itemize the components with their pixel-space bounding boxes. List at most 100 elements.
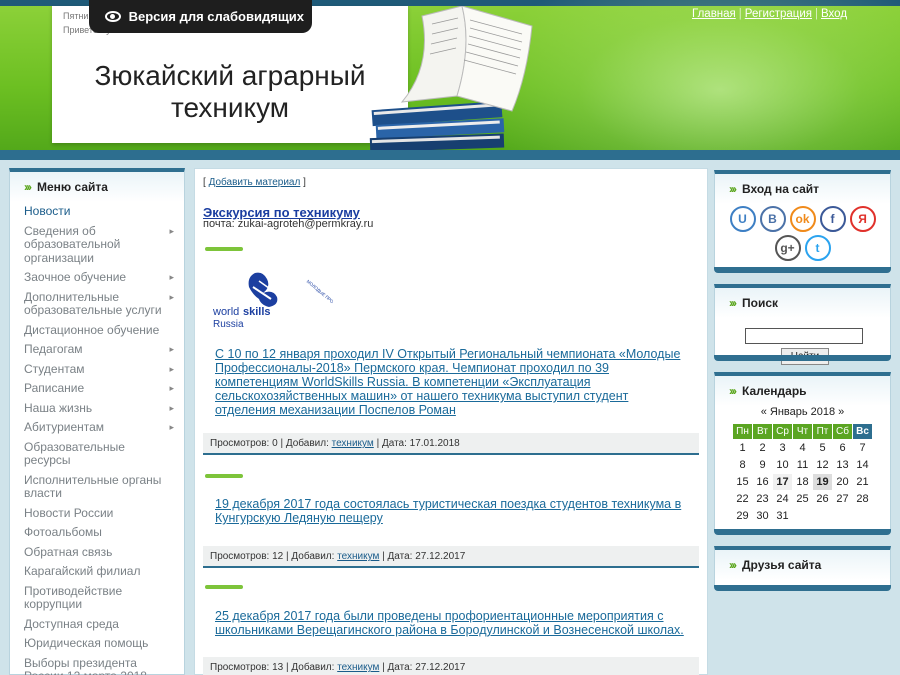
sidebar-item-label: Абитуриентам <box>24 420 105 434</box>
calendar-day[interactable]: 10 <box>773 457 792 473</box>
calendar-next[interactable]: » <box>838 406 844 418</box>
chevron-right-icon: ▸ <box>169 291 174 302</box>
calendar-day[interactable]: 4 <box>793 440 812 456</box>
calendar-day[interactable]: 7 <box>853 440 872 456</box>
calendar-prev[interactable]: « <box>761 406 767 418</box>
twitter-icon[interactable]: t <box>804 235 831 261</box>
calendar-day[interactable]: 22 <box>733 491 752 507</box>
author-link[interactable]: техникум <box>332 438 374 449</box>
sidebar-item[interactable]: Исполнительные органы власти <box>10 471 184 504</box>
chevron-right-icon: ▸ <box>169 272 174 282</box>
google-plus-icon[interactable]: g+ <box>774 235 801 261</box>
register-link[interactable]: Регистрация <box>745 8 812 20</box>
home-link[interactable]: Главная <box>692 8 736 20</box>
arrows-icon: ››› <box>729 384 737 398</box>
author-link[interactable]: техникум <box>337 551 379 562</box>
search-block: ›››Поиск Найти <box>714 284 891 365</box>
sidebar-item-label: Новости России <box>24 505 114 520</box>
accessibility-button[interactable]: Версия для слабовидящих <box>89 0 312 33</box>
sidebar-item[interactable]: Образовательные ресурсы <box>10 438 184 471</box>
calendar-day[interactable]: 25 <box>793 491 812 507</box>
calendar-day[interactable]: 19 <box>813 474 832 490</box>
calendar-day[interactable]: 20 <box>833 474 852 490</box>
calendar-weekday: Чт <box>793 424 812 439</box>
calendar-day[interactable]: 12 <box>813 457 832 473</box>
sidebar-item[interactable]: Выборы президента России 12 марта 2018 г… <box>10 654 184 675</box>
sidebar-item[interactable]: Обратная связь <box>10 543 184 563</box>
friends-title: ››› Друзья сайта <box>715 550 890 580</box>
calendar-day[interactable]: 23 <box>753 491 772 507</box>
sidebar-item[interactable]: Новости России <box>10 504 184 524</box>
ucoz-icon[interactable]: U <box>729 206 756 232</box>
search-title-text: Поиск <box>742 296 779 310</box>
calendar-day[interactable]: 24 <box>773 491 792 507</box>
yandex-icon[interactable]: Я <box>849 206 876 232</box>
calendar-day[interactable]: 28 <box>853 491 872 507</box>
sidebar-item[interactable]: Новости <box>10 202 184 222</box>
calendar-day[interactable]: 16 <box>753 474 772 490</box>
odnoklassniki-icon[interactable]: ok <box>789 206 816 232</box>
friends-block: ››› Друзья сайта <box>714 546 891 591</box>
news-link[interactable]: 19 декабря 2017 года состоялась туристич… <box>215 497 681 525</box>
sidebar-item[interactable]: Раписание ▸ <box>10 379 184 399</box>
calendar-week: 22 23 24 25 26 27 28 <box>733 491 872 507</box>
calendar-day[interactable]: 18 <box>793 474 812 490</box>
block-footer <box>714 355 891 361</box>
calendar-day[interactable]: 11 <box>793 457 812 473</box>
block-footer <box>714 267 891 273</box>
sidebar-item[interactable]: Студентам ▸ <box>10 360 184 380</box>
calendar-day[interactable]: 14 <box>853 457 872 473</box>
bracket: ] <box>300 177 306 188</box>
sidebar-item-label: Исполнительные органы власти <box>24 472 162 500</box>
sidebar-item[interactable]: Педагогам ▸ <box>10 340 184 360</box>
calendar-day[interactable]: 15 <box>733 474 752 490</box>
sidebar-item[interactable]: Карагайский филиал <box>10 562 184 582</box>
news-content: [ Добавить материал ] Экскурсия по техни… <box>194 168 708 675</box>
calendar-day[interactable]: 30 <box>753 508 772 524</box>
news-link[interactable]: С 10 по 12 января проходил IV Открытый Р… <box>215 347 680 417</box>
site-title[interactable]: Зюкайский аграрный техникум <box>60 60 400 124</box>
calendar-title-text: Календарь <box>742 384 807 398</box>
calendar-day[interactable]: 31 <box>773 508 792 524</box>
sidebar-item-label: Сведения об образовательной организации <box>24 223 121 265</box>
calendar-day[interactable]: 5 <box>813 440 832 456</box>
search-input[interactable] <box>745 328 863 344</box>
sidebar-item[interactable]: Противодействие коррупции <box>10 582 184 615</box>
calendar-block: ››› Календарь « Январь 2018 » Пн Вт Ср Чт Пт С… <box>714 372 891 535</box>
calendar-day[interactable]: 9 <box>753 457 772 473</box>
calendar-day[interactable]: 1 <box>733 440 752 456</box>
add-material-link[interactable]: Добавить материал <box>209 177 301 188</box>
sidebar-item[interactable]: Абитуриентам ▸ <box>10 418 184 438</box>
calendar-day[interactable]: 21 <box>853 474 872 490</box>
calendar-day[interactable]: 26 <box>813 491 832 507</box>
calendar-day[interactable]: 17 <box>773 474 792 490</box>
calendar-day[interactable]: 13 <box>833 457 852 473</box>
sidebar-item[interactable]: Фотоальбомы <box>10 523 184 543</box>
books-illustration <box>369 6 533 153</box>
login-link[interactable]: Вход <box>821 8 847 20</box>
logo-russia: Russia <box>213 319 244 330</box>
calendar-day[interactable]: 8 <box>733 457 752 473</box>
calendar-day[interactable]: 29 <box>733 508 752 524</box>
calendar-day[interactable]: 27 <box>833 491 852 507</box>
sidebar-item[interactable]: Юридическая помощь <box>10 634 184 654</box>
worldskills-logo[interactable]: world skills Russia МОЛОДЫЕ ПРОФЕССИОНАЛ… <box>213 269 333 337</box>
sidebar-item[interactable]: Дистационное обучение <box>10 321 184 341</box>
sidebar-item-label: Обратная связь <box>24 544 113 559</box>
header-bottom-bar <box>0 150 900 160</box>
sidebar-item[interactable]: Наша жизнь ▸ <box>10 399 184 419</box>
sidebar-item[interactable]: Сведения об образовательной организации ▸ <box>10 222 184 269</box>
facebook-icon[interactable]: f <box>819 206 846 232</box>
sidebar-item[interactable]: Дополнительные образовательные услуги ▸ <box>10 288 184 321</box>
news-meta: Просмотров: 12 | Добавил: техникум | Дат… <box>203 546 699 568</box>
author-link[interactable]: техникум <box>337 662 379 673</box>
news-link[interactable]: 25 декабря 2017 года были проведены проф… <box>215 609 684 637</box>
sidebar-item[interactable]: Заочное обучение ▸ <box>10 268 184 288</box>
sidebar-item[interactable]: Доступная среда <box>10 615 184 635</box>
calendar-day[interactable]: 3 <box>773 440 792 456</box>
calendar-day[interactable]: 2 <box>753 440 772 456</box>
vk-icon[interactable]: В <box>759 206 786 232</box>
calendar-weekday: Пн <box>733 424 752 439</box>
calendar-day[interactable]: 6 <box>833 440 852 456</box>
calendar-weekday: Сб <box>833 424 852 439</box>
